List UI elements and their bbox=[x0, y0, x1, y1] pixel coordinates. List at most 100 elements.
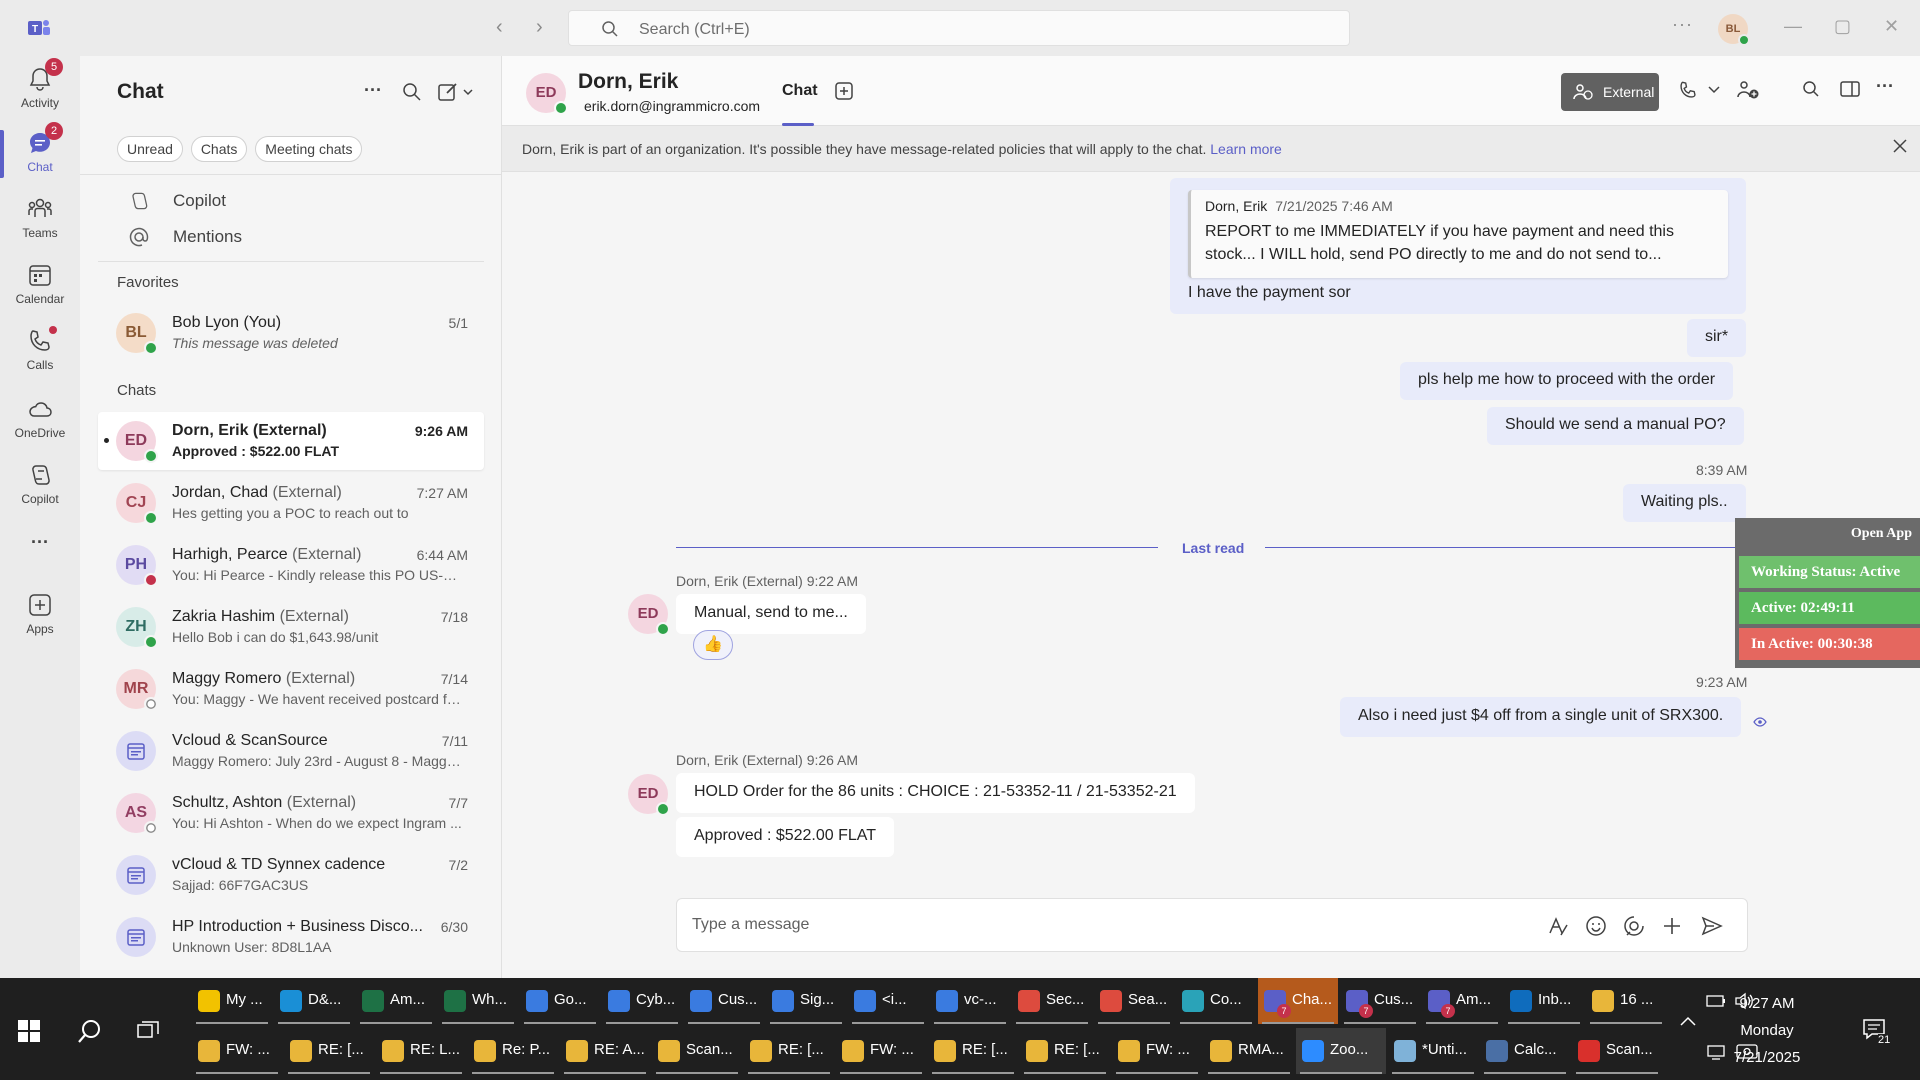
message-bubble[interactable]: Should we send a manual PO? bbox=[1487, 407, 1744, 445]
message-bubble[interactable]: pls help me how to proceed with the orde… bbox=[1400, 362, 1734, 400]
tab-chat[interactable]: Chat bbox=[782, 82, 818, 100]
back-button[interactable]: ‹ bbox=[496, 16, 503, 39]
settings-more-button[interactable]: ··· bbox=[1672, 14, 1693, 35]
chat-row-schultz-ashton[interactable]: AS Schultz, Ashton (External) You: Hi As… bbox=[98, 784, 484, 842]
rail-calls[interactable]: Calls bbox=[0, 326, 80, 372]
taskbar-app-row1-1[interactable]: D&... bbox=[274, 978, 354, 1024]
rail-onedrive[interactable]: OneDrive bbox=[0, 396, 80, 440]
taskbar-app-row1-4[interactable]: Go... bbox=[520, 978, 600, 1024]
taskbar-app-row2-0[interactable]: FW: ... bbox=[192, 1028, 282, 1074]
quoted-message[interactable]: Dorn, Erik 7/21/2025 7:46 AM REPORT to me… bbox=[1188, 190, 1728, 278]
learn-more-link[interactable]: Learn more bbox=[1210, 141, 1282, 157]
taskbar-app-row1-8[interactable]: <i... bbox=[848, 978, 928, 1024]
rail-apps[interactable]: Apps bbox=[0, 592, 80, 636]
chat-row-maggy-romero[interactable]: MR Maggy Romero (External) You: Maggy - … bbox=[98, 660, 484, 718]
loop-component-icon[interactable] bbox=[1623, 915, 1645, 937]
contact-avatar[interactable]: ED bbox=[526, 73, 568, 115]
task-view-icon[interactable] bbox=[136, 1020, 160, 1042]
message-bubble[interactable]: HOLD Order for the 86 units : CHOICE : 2… bbox=[676, 773, 1195, 813]
search-in-chat-icon[interactable] bbox=[1802, 80, 1820, 98]
taskbar-app-row1-17[interactable]: 16 ... bbox=[1586, 978, 1666, 1024]
show-hidden-icons-chevron-icon[interactable] bbox=[1680, 1016, 1696, 1026]
taskbar-app-row1-11[interactable]: Sea... bbox=[1094, 978, 1174, 1024]
format-icon[interactable] bbox=[1547, 915, 1569, 937]
taskbar-app-row2-7[interactable]: FW: ... bbox=[836, 1028, 926, 1074]
taskbar-app-row1-10[interactable]: Sec... bbox=[1012, 978, 1092, 1024]
filter-meeting-chats[interactable]: Meeting chats bbox=[255, 136, 363, 162]
taskbar-clock[interactable]: 9:27 AM Monday 7/21/2025 bbox=[1712, 990, 1822, 1071]
chat-row-bob-lyon[interactable]: BL Bob Lyon (You) This message was delet… bbox=[98, 304, 484, 362]
filter-chats[interactable]: Chats bbox=[190, 136, 248, 162]
like-reaction[interactable]: 👍 bbox=[693, 630, 733, 660]
chat-row-hp-introduction[interactable]: HP Introduction + Business Disco... Unkn… bbox=[98, 908, 484, 966]
sender-avatar[interactable]: ED bbox=[628, 774, 670, 816]
chat-row-vcloud-td-synnex[interactable]: vCloud & TD Synnex cadence Sajjad: 66F7G… bbox=[98, 846, 484, 904]
taskbar-app-row2-4[interactable]: RE: A... bbox=[560, 1028, 650, 1074]
taskbar-app-row2-9[interactable]: RE: [... bbox=[1020, 1028, 1110, 1074]
taskbar-app-row2-3[interactable]: Re: P... bbox=[468, 1028, 558, 1074]
rail-copilot[interactable]: Copilot bbox=[0, 462, 80, 506]
taskbar-app-row1-13[interactable]: 7 Cha... bbox=[1258, 978, 1338, 1024]
taskbar-app-row1-0[interactable]: My ... bbox=[192, 978, 272, 1024]
taskbar-app-row2-10[interactable]: FW: ... bbox=[1112, 1028, 1202, 1074]
message-bubble[interactable]: Waiting pls.. bbox=[1623, 484, 1746, 522]
taskbar-app-row2-13[interactable]: *Unti... bbox=[1388, 1028, 1478, 1074]
chat-row-dorn-erik[interactable]: ED Dorn, Erik (External) Approved : $522… bbox=[98, 412, 484, 470]
taskbar-app-row1-5[interactable]: Cyb... bbox=[602, 978, 682, 1024]
message-bubble[interactable]: sir* bbox=[1687, 319, 1747, 357]
message-bubble[interactable]: Approved : $522.00 FLAT bbox=[676, 817, 895, 857]
taskbar-app-row2-8[interactable]: RE: [... bbox=[928, 1028, 1018, 1074]
call-options-chevron-icon[interactable] bbox=[1708, 86, 1720, 94]
add-tab-icon[interactable] bbox=[834, 81, 854, 101]
taskbar-app-row2-12[interactable]: Zoo... bbox=[1296, 1028, 1386, 1074]
send-icon[interactable] bbox=[1701, 915, 1723, 937]
rail-activity[interactable]: 5 Activity bbox=[0, 58, 80, 110]
taskbar-app-row2-2[interactable]: RE: L... bbox=[376, 1028, 466, 1074]
taskbar-app-row2-15[interactable]: Scan... bbox=[1572, 1028, 1662, 1074]
close-icon[interactable] bbox=[1892, 138, 1908, 154]
notification-center[interactable]: 21 bbox=[1862, 1018, 1891, 1046]
emoji-icon[interactable] bbox=[1585, 915, 1607, 937]
more-options-icon[interactable]: ··· bbox=[1876, 76, 1894, 97]
rail-chat[interactable]: 2 Chat bbox=[0, 122, 80, 178]
external-button[interactable]: External bbox=[1561, 73, 1659, 111]
new-chat-icon[interactable] bbox=[438, 82, 474, 102]
chat-row-jordan-chad[interactable]: CJ Jordan, Chad (External) Hes getting y… bbox=[98, 474, 484, 532]
maximize-button[interactable]: ▢ bbox=[1834, 16, 1851, 37]
taskbar-app-row2-6[interactable]: RE: [... bbox=[744, 1028, 834, 1074]
minimize-button[interactable]: — bbox=[1784, 16, 1802, 37]
taskbar-app-row2-5[interactable]: Scan... bbox=[652, 1028, 742, 1074]
taskbar-app-row1-3[interactable]: Wh... bbox=[438, 978, 518, 1024]
search-box[interactable]: Search (Ctrl+E) bbox=[568, 10, 1350, 46]
close-window-button[interactable]: ✕ bbox=[1884, 16, 1899, 37]
chat-row-zakria-hashim[interactable]: ZH Zakria Hashim (External) Hello Bob i … bbox=[98, 598, 484, 656]
profile-avatar[interactable]: BL bbox=[1718, 14, 1750, 46]
taskbar-app-row1-6[interactable]: Cus... bbox=[684, 978, 764, 1024]
taskbar-app-row1-15[interactable]: 7 Am... bbox=[1422, 978, 1502, 1024]
taskbar-app-row1-14[interactable]: 7 Cus... bbox=[1340, 978, 1420, 1024]
message-bubble[interactable]: Also i need just $4 off from a single un… bbox=[1340, 697, 1742, 737]
plus-icon[interactable] bbox=[1661, 915, 1683, 937]
taskbar-search-icon[interactable] bbox=[76, 1018, 104, 1046]
rail-calendar[interactable]: Calendar bbox=[0, 262, 80, 306]
rail-teams[interactable]: Teams bbox=[0, 196, 80, 240]
call-icon[interactable] bbox=[1678, 80, 1698, 100]
open-app-button[interactable]: Open App bbox=[1851, 526, 1912, 542]
taskbar-app-row1-2[interactable]: Am... bbox=[356, 978, 436, 1024]
taskbar-app-row2-1[interactable]: RE: [... bbox=[284, 1028, 374, 1074]
windows-start-icon[interactable] bbox=[18, 1020, 40, 1042]
sender-avatar[interactable]: ED bbox=[628, 594, 670, 636]
message-bubble[interactable]: Manual, send to me... bbox=[676, 594, 866, 634]
compose-box[interactable]: Type a message bbox=[676, 898, 1748, 952]
add-people-icon[interactable] bbox=[1736, 80, 1760, 100]
filter-search-icon[interactable] bbox=[402, 82, 422, 102]
taskbar-app-row1-12[interactable]: Co... bbox=[1176, 978, 1256, 1024]
chat-row-harhigh-pearce[interactable]: PH Harhigh, Pearce (External) You: Hi Pe… bbox=[98, 536, 484, 594]
forward-button[interactable]: › bbox=[536, 16, 543, 39]
rail-more-button[interactable]: ··· bbox=[0, 532, 80, 553]
chat-list-more-icon[interactable]: ··· bbox=[364, 80, 382, 101]
taskbar-app-row1-9[interactable]: vc-... bbox=[930, 978, 1010, 1024]
taskbar-app-row1-7[interactable]: Sig... bbox=[766, 978, 846, 1024]
filter-unread[interactable]: Unread bbox=[117, 136, 183, 162]
chat-row-vcloud-scansource[interactable]: Vcloud & ScanSource Maggy Romero: July 2… bbox=[98, 722, 484, 780]
